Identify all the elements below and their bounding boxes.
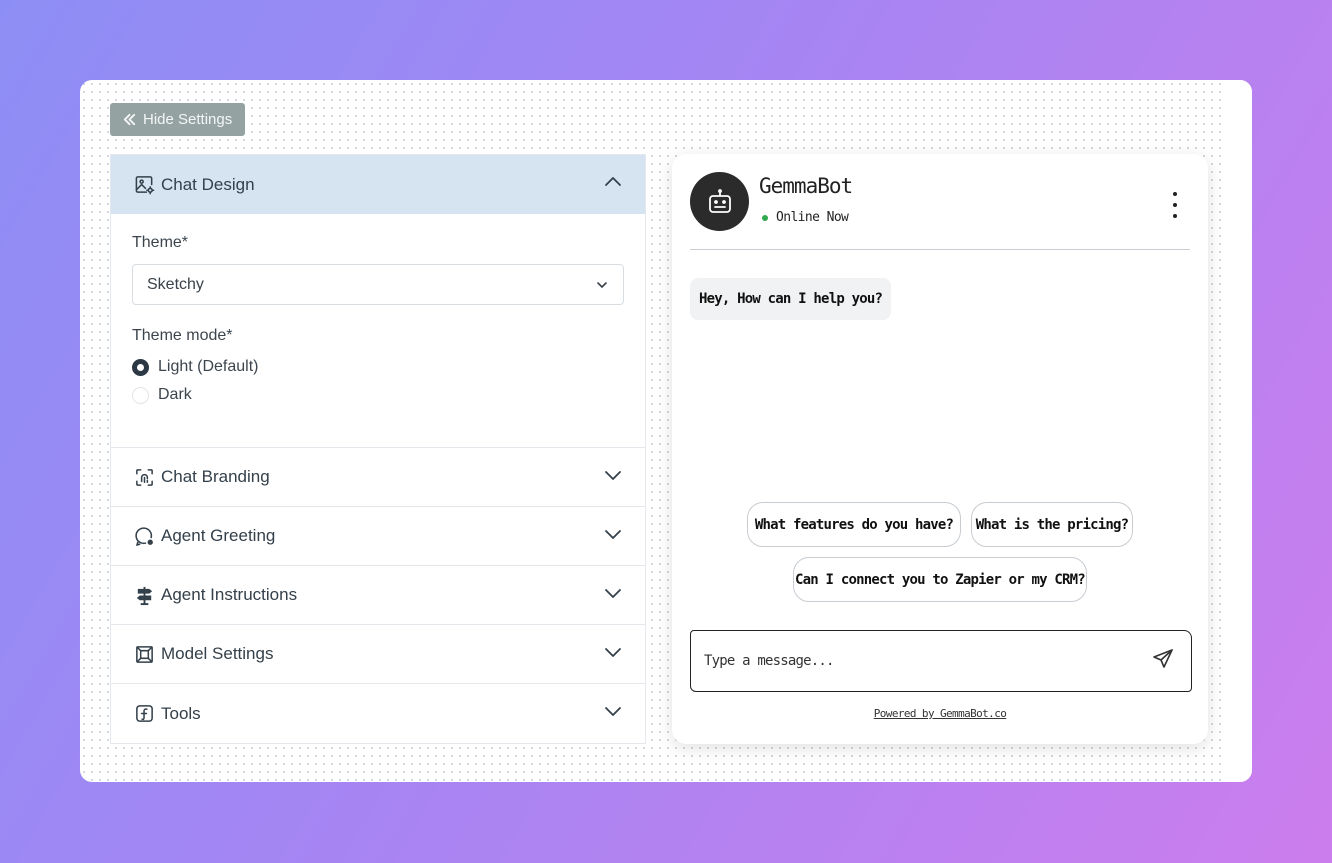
chat-preview: GemmaBot Online Now Hey, How can I help … [672,154,1208,744]
image-settings-icon [133,174,155,196]
accordion-model-settings-header[interactable]: Model Settings [111,625,645,684]
main-card: Hide Settings Chat Design Theme* Sketchy… [80,80,1252,782]
fingerprint-scan-icon [133,466,155,488]
theme-label: Theme* [132,234,189,251]
settings-panel: Chat Design Theme* Sketchy Theme mode* L… [110,154,646,744]
accordion-tools-label: Tools [161,703,201,723]
theme-select-value: Sketchy [147,275,204,293]
chevron-up-icon [603,172,623,197]
radio-light[interactable] [132,358,149,376]
accordion-chat-branding-label: Chat Branding [161,467,270,486]
message-input[interactable] [704,653,1151,669]
accordion-chat-design-label: Chat Design [161,174,255,194]
accordion-agent-greeting-label: Agent Greeting [161,526,276,545]
radio-dark[interactable] [132,386,149,404]
accordion-model-settings-label: Model Settings [161,644,274,663]
hide-settings-label: Hide Settings [143,111,233,128]
online-dot-icon [762,214,768,221]
chevron-down-icon [603,465,623,490]
online-status: Online Now [762,210,849,225]
chat-gear-icon [133,525,155,547]
bot-message: Hey, How can I help you? [690,278,892,320]
robot-icon [708,188,731,213]
accordion-agent-instructions-header[interactable]: Agent Instructions [111,566,645,625]
bot-avatar [690,172,749,231]
accordion-chat-design-body: Theme* Sketchy Theme mode* Light (Defaul… [111,214,645,448]
chevron-down-icon [603,524,623,549]
chevron-down-icon [597,281,607,288]
chevron-down-icon [603,642,623,667]
suggestion-chip[interactable]: What is the pricing? [971,502,1133,547]
chevron-down-icon [603,701,623,726]
accordion-chat-branding-header[interactable]: Chat Branding [111,448,645,507]
theme-mode-light-option[interactable]: Light (Default) [132,353,624,381]
more-options-icon[interactable] [1168,192,1182,218]
chevrons-left-icon [123,113,136,126]
accordion-agent-greeting-header[interactable]: Agent Greeting [111,507,645,566]
theme-mode-label: Theme mode* [132,327,233,344]
accordion-chat-design-header[interactable]: Chat Design [111,155,645,214]
hide-settings-button[interactable]: Hide Settings [110,103,245,136]
chat-header: GemmaBot Online Now [690,172,1190,250]
accordion-agent-instructions-label: Agent Instructions [161,585,298,604]
suggestion-chip[interactable]: What features do you have? [747,502,961,547]
bot-name: GemmaBot [759,174,853,198]
theme-mode-light-label: Light (Default) [158,358,259,375]
online-status-text: Online Now [776,210,849,225]
powered-by-link[interactable]: Powered by GemmaBot.co [672,707,1208,720]
theme-mode-dark-option[interactable]: Dark [132,381,624,409]
theme-mode-dark-label: Dark [158,386,192,403]
theme-select[interactable]: Sketchy [132,264,624,305]
send-icon[interactable] [1151,647,1175,675]
frame-icon [133,643,155,665]
message-input-box[interactable] [690,630,1192,692]
suggestion-chip[interactable]: Can I connect you to Zapier or my CRM? [793,557,1087,602]
function-icon [133,703,155,725]
accordion-tools-header[interactable]: Tools [111,684,645,743]
chevron-down-icon [603,583,623,608]
signpost-icon [133,584,155,606]
